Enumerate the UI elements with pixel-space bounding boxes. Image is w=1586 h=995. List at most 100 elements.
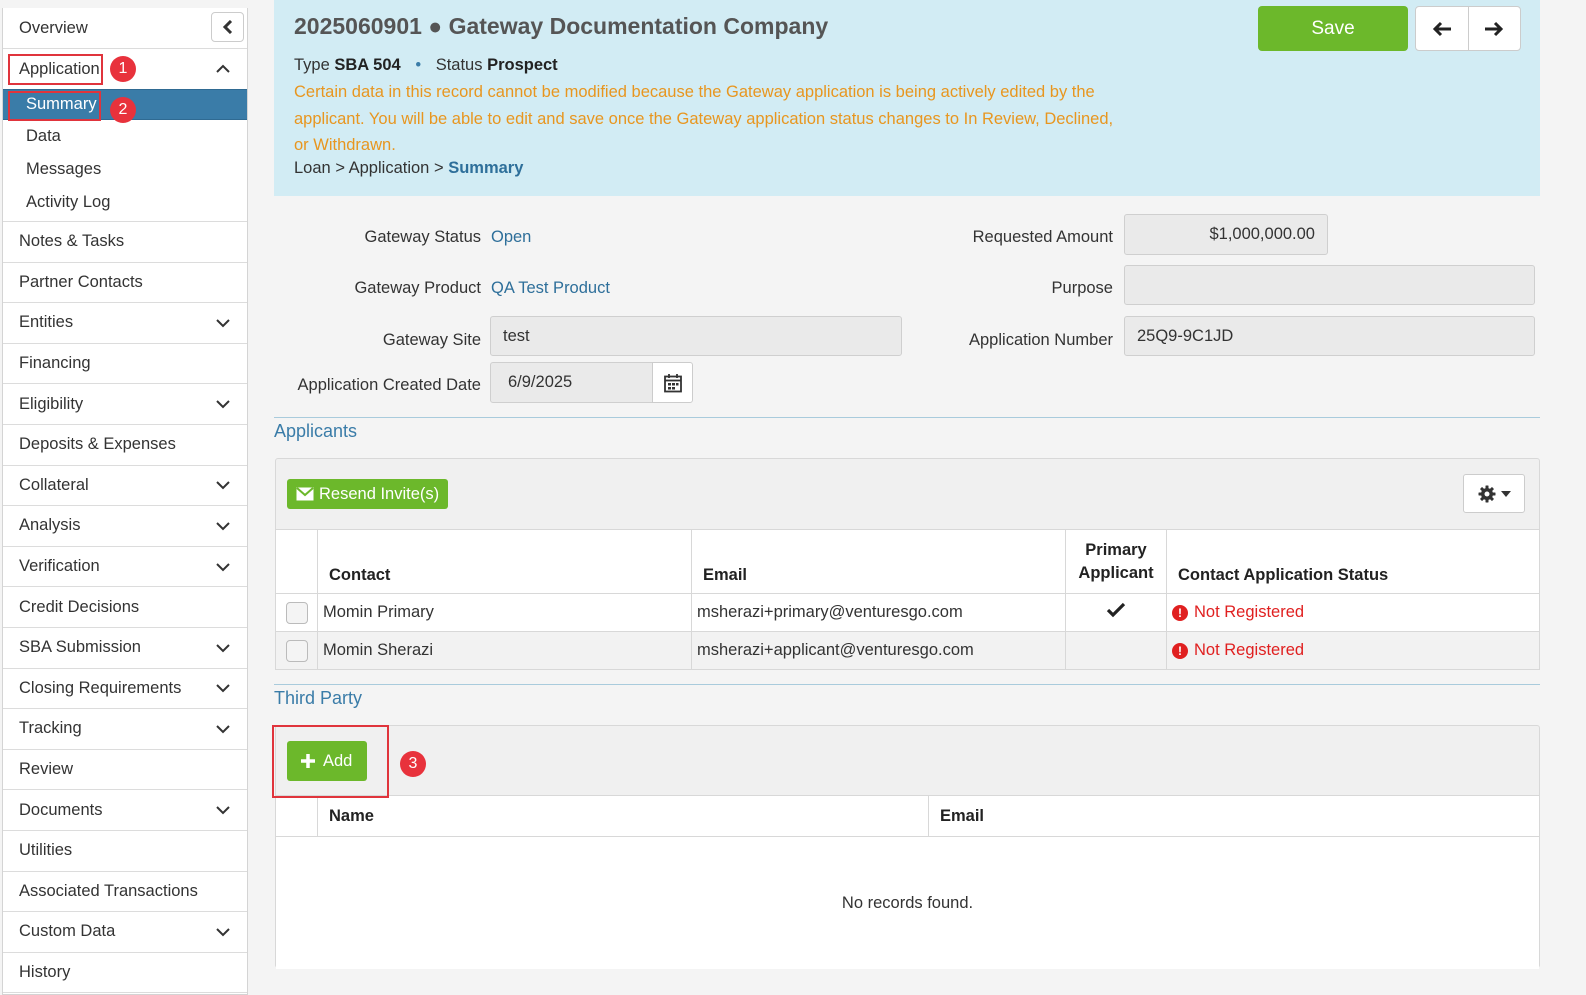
sidebar-subitem-data[interactable]: Data [3,120,247,153]
sidebar-item-list: Notes & Tasks Partner Contacts Entities Fin… [3,222,247,994]
created-date-field[interactable]: 6/9/2025 [490,362,653,403]
created-date-label: Application Created Date [297,376,481,394]
step-badge-1: 1 [110,56,136,82]
sidebar-item-overview[interactable]: Overview [3,8,247,49]
sidebar-item-label: Analysis [19,516,81,535]
select-column-header [275,529,318,594]
gateway-product-label: Gateway Product [354,279,481,297]
breadcrumb: Loan > Application > Summary [294,159,523,178]
sidebar-item-utilities[interactable]: Utilities [3,831,247,872]
app-number-field[interactable]: 25Q9-9C1JD [1124,316,1535,356]
sidebar-item-label: Partner Contacts [19,272,143,291]
sidebar-item-credit-decisions[interactable]: Credit Decisions [3,587,247,628]
sidebar-item-label: History [19,962,71,981]
chevron-down-icon [216,725,230,734]
step-badge-3: 3 [400,751,426,777]
sidebar-subitem-messages[interactable]: Messages [3,153,247,186]
third-party-section-title: Third Party [274,688,363,708]
breadcrumb-application[interactable]: Application [349,159,430,177]
sidebar-item-label: Application [19,59,100,78]
add-label: Add [323,751,353,770]
column-header-email[interactable]: Email [691,529,1066,594]
gateway-status-label: Gateway Status [364,228,481,246]
envelope-icon [296,487,314,501]
contact-cell: Momin Sherazi [317,631,692,670]
sidebar-subitem-label: Data [26,127,61,145]
sidebar-item-label: SBA Submission [19,638,141,657]
requested-amount-field[interactable]: $1,000,000.00 [1124,214,1328,255]
record-navigation [1415,6,1521,51]
column-header-email[interactable]: Email [928,795,1540,837]
sidebar-item-associated-transactions[interactable]: Associated Transactions [3,872,247,913]
sidebar-item-label: Documents [19,800,103,819]
sidebar-item-label: Notes & Tasks [19,232,125,251]
section-divider [274,684,1540,685]
table-row[interactable]: Momin Sherazi msherazi+applicant@venture… [275,631,1540,670]
applicants-table: Contact Email Primary Applicant Contact … [275,529,1540,670]
sidebar-item-eligibility[interactable]: Eligibility [3,384,247,425]
gateway-site-field[interactable]: test [490,316,902,356]
sidebar-item-history[interactable]: History [3,953,247,994]
purpose-label: Purpose [1051,279,1113,297]
add-third-party-button[interactable]: Add [287,741,367,781]
sidebar-item-label: Entities [19,313,74,332]
date-picker-button[interactable] [652,362,693,403]
column-header-primary[interactable]: Primary Applicant [1065,529,1167,594]
gateway-status-value[interactable]: Open [491,228,531,247]
column-header-name[interactable]: Name [317,795,929,837]
sidebar-item-analysis[interactable]: Analysis [3,506,247,547]
select-column-header [275,795,318,837]
sidebar-item-label: Deposits & Expenses [19,435,176,454]
sidebar-item-financing[interactable]: Financing [3,344,247,385]
next-record-button[interactable] [1467,7,1521,50]
gateway-product-value[interactable]: QA Test Product [491,279,610,298]
calendar-icon [663,373,682,392]
column-header-contact[interactable]: Contact [317,529,692,594]
separator-dot: • [415,56,422,74]
sidebar-item-closing-requirements[interactable]: Closing Requirements [3,669,247,710]
sidebar-item-custom-data[interactable]: Custom Data [3,912,247,953]
breadcrumb-loan[interactable]: Loan [294,159,331,177]
sidebar-subitem-label: Messages [26,160,102,178]
table-settings-button[interactable] [1463,474,1525,513]
record-meta: Type SBA 504 • Status Prospect [294,56,558,75]
save-button[interactable]: Save [1258,6,1408,51]
chevron-up-icon [216,64,230,73]
sidebar-item-sba-submission[interactable]: SBA Submission [3,628,247,669]
previous-record-button[interactable] [1416,7,1468,50]
checkmark-icon [1106,602,1126,618]
status-text: Not Registered [1194,603,1305,621]
gateway-site-label: Gateway Site [382,331,481,349]
sidebar-item-partner-contacts[interactable]: Partner Contacts [3,263,247,304]
chevron-down-icon [216,562,230,571]
purpose-field[interactable] [1124,265,1535,305]
column-header-status[interactable]: Contact Application Status [1166,529,1540,594]
chevron-left-icon [222,20,232,34]
chevron-down-icon [216,481,230,490]
status-value: Prospect [487,56,558,74]
breadcrumb-separator: > [433,159,449,177]
sidebar-item-deposits-expenses[interactable]: Deposits & Expenses [3,425,247,466]
sidebar-subitem-label: Summary [26,95,97,113]
sidebar-item-review[interactable]: Review [3,750,247,791]
resend-invites-button[interactable]: Resend Invite(s) [287,479,449,509]
status-cell: ! Not Registered [1166,593,1540,632]
sidebar-item-label: Eligibility [19,394,84,413]
sidebar-item-documents[interactable]: Documents [3,790,247,831]
table-row[interactable]: Momin Primary msherazi+primary@venturesg… [275,593,1540,632]
chevron-down-icon [216,400,230,409]
sidebar-item-collateral[interactable]: Collateral [3,466,247,507]
status-label: Status [435,56,483,74]
requested-amount-label: Requested Amount [972,228,1113,246]
applicants-section-title: Applicants [274,421,358,441]
sidebar-item-tracking[interactable]: Tracking [3,709,247,750]
row-checkbox[interactable] [285,639,308,662]
sidebar-subitem-activity-log[interactable]: Activity Log [3,186,247,219]
applicants-panel: Resend Invite(s) Contact Email Primary A… [275,458,1540,670]
collapse-sidebar-button[interactable] [211,12,244,42]
resend-invites-label: Resend Invite(s) [319,484,440,503]
sidebar-item-notes-tasks[interactable]: Notes & Tasks [3,222,247,263]
row-checkbox[interactable] [285,601,308,624]
sidebar-item-verification[interactable]: Verification [3,547,247,588]
sidebar-item-entities[interactable]: Entities [3,303,247,344]
